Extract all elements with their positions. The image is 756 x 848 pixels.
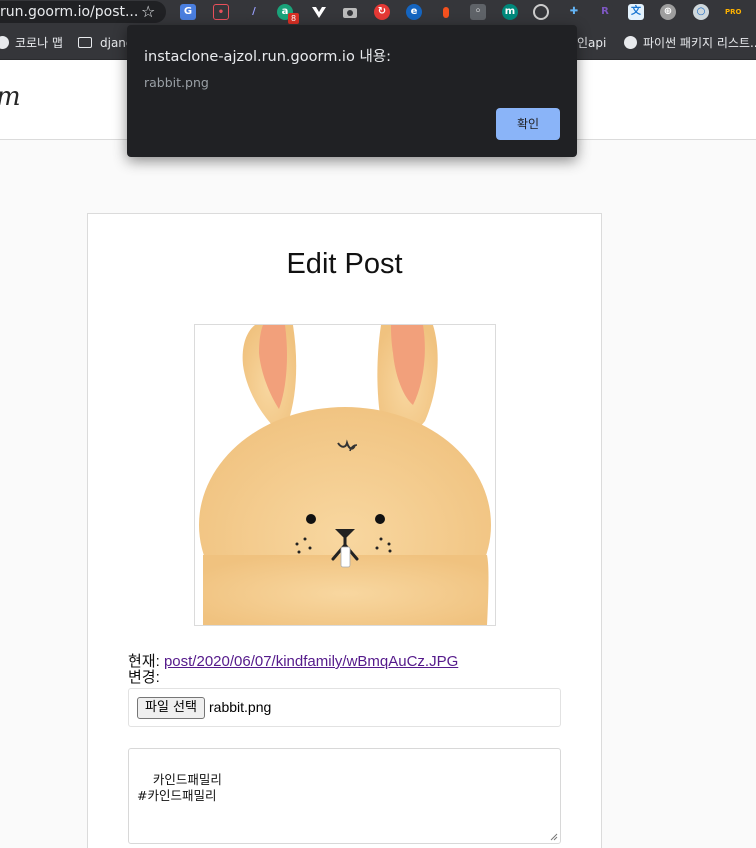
pocket-icon[interactable]: • [213, 4, 229, 20]
resize-handle-icon[interactable] [550, 833, 558, 841]
globe-icon [624, 36, 637, 49]
translate-icon[interactable]: 文 [628, 4, 644, 20]
post-image-preview [194, 324, 496, 626]
dialog-ok-button[interactable]: 확인 [496, 108, 560, 140]
edit-post-card: Edit Post 현재: post/2020/06/07/kindfamily… [87, 213, 602, 848]
bottle-icon[interactable] [438, 4, 454, 20]
selected-file-name: rabbit.png [209, 699, 272, 715]
camera-icon[interactable] [342, 4, 358, 20]
caption-text: 카인드패밀리 #카인드패밀리 [137, 772, 222, 803]
bookmark-python-packages[interactable]: 파이썬 패키지 리스트... [624, 34, 756, 52]
dialog-message: rabbit.png [144, 75, 209, 90]
google-translate-icon[interactable]: G [180, 4, 196, 20]
loop-icon[interactable]: ○ [693, 4, 709, 20]
target-icon[interactable] [533, 4, 549, 20]
file-input-container: 파일 선택 rabbit.png [128, 688, 561, 727]
bookmark-corona-map[interactable]: 코로나 맵 [0, 34, 63, 52]
globe-icon [0, 36, 9, 49]
current-file-link[interactable]: post/2020/06/07/kindfamily/wBmqAuCz.JPG [164, 653, 458, 670]
sync-icon[interactable]: ↻ [374, 4, 390, 20]
m-icon[interactable]: m [502, 4, 518, 20]
bookmark-api[interactable]: 인api [577, 34, 606, 52]
page-title: Edit Post [286, 248, 403, 280]
puzzle-icon[interactable]: ✚ [566, 4, 582, 20]
current-label: 현재: [128, 653, 160, 670]
rabbit-illustration [199, 325, 491, 625]
change-label: 변경: [128, 669, 160, 686]
choose-file-button[interactable]: 파일 선택 [137, 697, 205, 719]
alert-dialog: instaclone-ajzol.run.goorm.io 내용: rabbit… [127, 25, 577, 157]
edge-icon[interactable]: e [406, 4, 422, 20]
bulb-icon[interactable]: ◦ [470, 4, 486, 20]
extension-badge: 8 [288, 13, 299, 24]
caption-textarea[interactable]: 카인드패밀리 #카인드패밀리 [128, 748, 561, 844]
r-icon[interactable]: R [597, 4, 613, 20]
globe-icon[interactable]: ⊕ [660, 4, 676, 20]
site-logo[interactable]: m [0, 82, 21, 112]
browser-toolbar: run.goorm.io/post... ☆ G • / a 8 ↻ e ◦ m… [0, 0, 756, 26]
folder-icon [78, 37, 92, 48]
pro-icon[interactable]: PRO [725, 4, 741, 20]
pen-icon[interactable]: / [246, 4, 262, 20]
current-file-row: 현재: post/2020/06/07/kindfamily/wBmqAuCz.… [128, 654, 458, 670]
vue-devtools-icon[interactable] [311, 4, 327, 20]
bookmark-django-folder[interactable]: djang [78, 34, 134, 52]
dialog-title: instaclone-ajzol.run.goorm.io 내용: [144, 49, 392, 65]
bookmark-star-icon[interactable]: ☆ [141, 2, 155, 22]
